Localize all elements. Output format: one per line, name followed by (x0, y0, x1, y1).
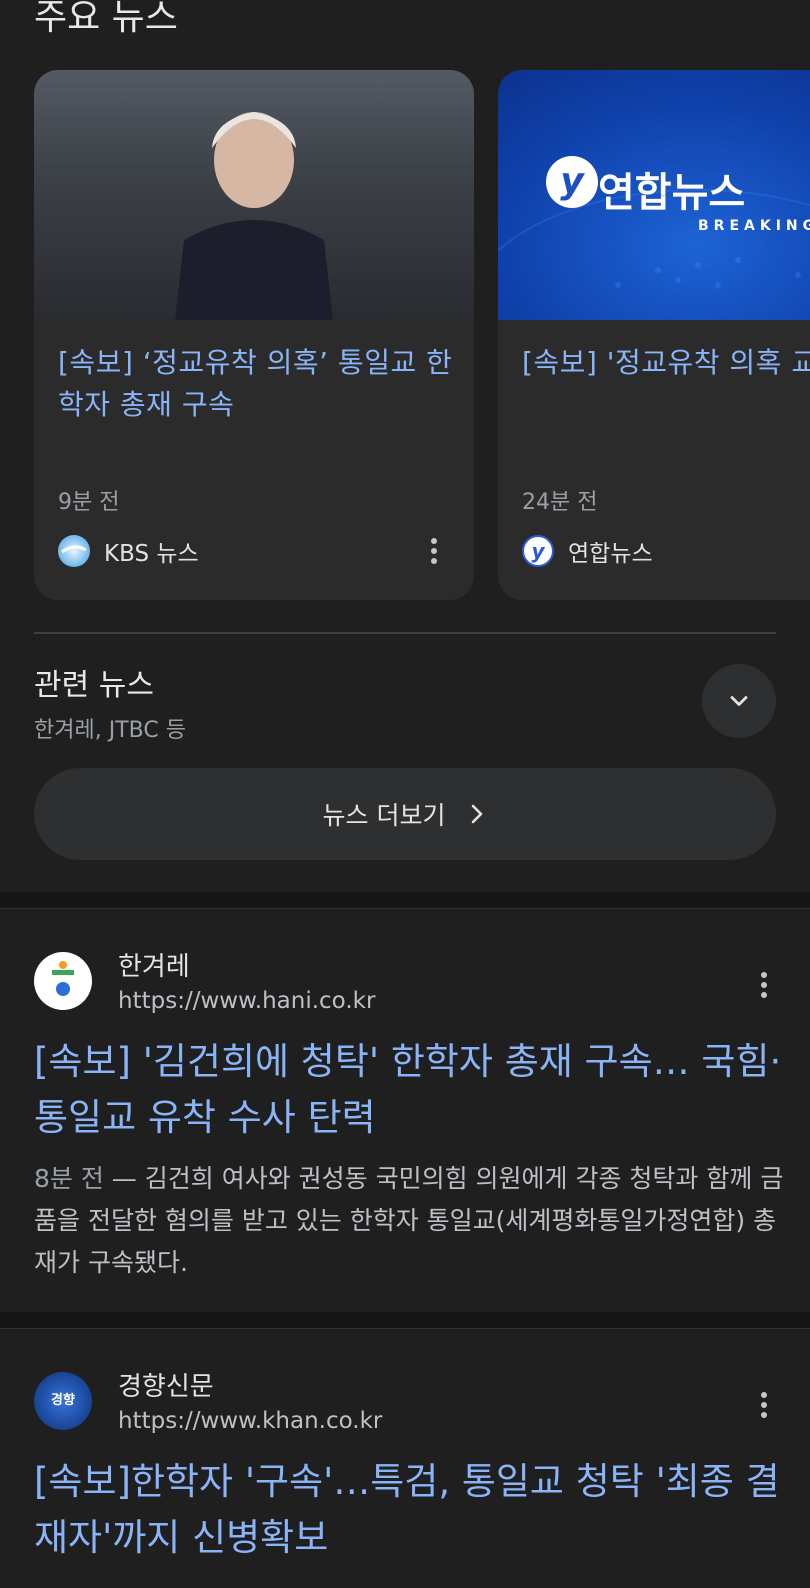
related-news-sources: 한겨레, JTBC 등 (34, 718, 186, 743)
section-separator (0, 892, 810, 909)
news-card-source[interactable]: KBS 뉴스 (58, 534, 199, 568)
news-card-thumbnail[interactable] (34, 70, 474, 320)
top-news-heading: 주요 뉴스 (34, 0, 178, 38)
hani-logo-icon (34, 952, 92, 1010)
news-card-time: 24분 전 (522, 490, 598, 515)
result-time: 8분 전 (34, 1164, 104, 1193)
section-separator (0, 1312, 810, 1329)
breaking-text: BREAKING (698, 218, 810, 234)
news-card-title[interactable]: [속보] ‘정교유착 의혹’ 통일교 한학자 총재 구속 (58, 342, 458, 426)
result-title[interactable]: [속보] '김건희에 청탁' 한학자 총재 구속… 국힘·통일교 유착 수사 탄… (34, 1034, 784, 1146)
news-card-title[interactable]: [속보] '정교유착 의혹 교 한학자 총재 구속 (522, 342, 810, 384)
more-vert-icon[interactable] (760, 972, 768, 998)
top-news-carousel[interactable]: [속보] ‘정교유착 의혹’ 통일교 한학자 총재 구속 9분 전 KBS 뉴스… (34, 70, 810, 600)
divider (34, 632, 776, 634)
more-news-label: 뉴스 더보기 (322, 801, 446, 830)
news-source-name: 연합뉴스 (568, 541, 653, 567)
search-result: 경향 경향신문 https://www.khan.co.kr [속보]한학자 '… (0, 1330, 810, 1588)
more-vert-icon[interactable] (760, 1392, 768, 1418)
more-news-button[interactable]: 뉴스 더보기 (34, 768, 776, 860)
more-vert-icon[interactable] (430, 538, 438, 564)
result-snippet: 8분 전 — 김건희 여사와 권성동 국민의힘 의원에게 각종 청탁과 함께 금… (34, 1158, 784, 1284)
site-url[interactable]: https://www.hani.co.kr (118, 988, 375, 1014)
chevron-right-icon (472, 804, 483, 824)
news-card-thumbnail[interactable]: y 연합뉴스 BREAKING (498, 70, 810, 320)
yonhap-logo-icon: y (522, 535, 554, 567)
news-card[interactable]: y 연합뉴스 BREAKING [속보] '정교유착 의혹 교 한학자 총재 구… (498, 70, 810, 600)
khan-logo-icon: 경향 (34, 1372, 92, 1430)
related-news-title[interactable]: 관련 뉴스 (34, 660, 154, 704)
news-source-name: KBS 뉴스 (104, 541, 199, 567)
yonhap-logo-icon: y (546, 156, 598, 208)
site-url[interactable]: https://www.khan.co.kr (118, 1408, 382, 1434)
yonhap-logo-text: 연합뉴스 (598, 170, 746, 216)
result-title[interactable]: [속보]한학자 '구속'…특검, 통일교 청탁 '최종 결재자'까지 신병확보 (34, 1454, 784, 1566)
news-card[interactable]: [속보] ‘정교유착 의혹’ 통일교 한학자 총재 구속 9분 전 KBS 뉴스 (34, 70, 474, 600)
expand-related-button[interactable] (702, 664, 776, 738)
result-snippet-text: — 김건희 여사와 권성동 국민의힘 의원에게 각종 청탁과 함께 금품을 전달… (34, 1164, 784, 1277)
kbs-logo-icon (58, 535, 90, 567)
news-card-source[interactable]: y 연합뉴스 (522, 534, 653, 568)
news-card-time: 9분 전 (58, 490, 120, 515)
site-name[interactable]: 한겨레 (118, 946, 190, 983)
site-name[interactable]: 경향신문 (118, 1366, 214, 1403)
news-photo (175, 112, 333, 320)
chevron-down-icon (730, 696, 748, 706)
search-result: 한겨레 https://www.hani.co.kr [속보] '김건희에 청탁… (0, 910, 810, 1310)
